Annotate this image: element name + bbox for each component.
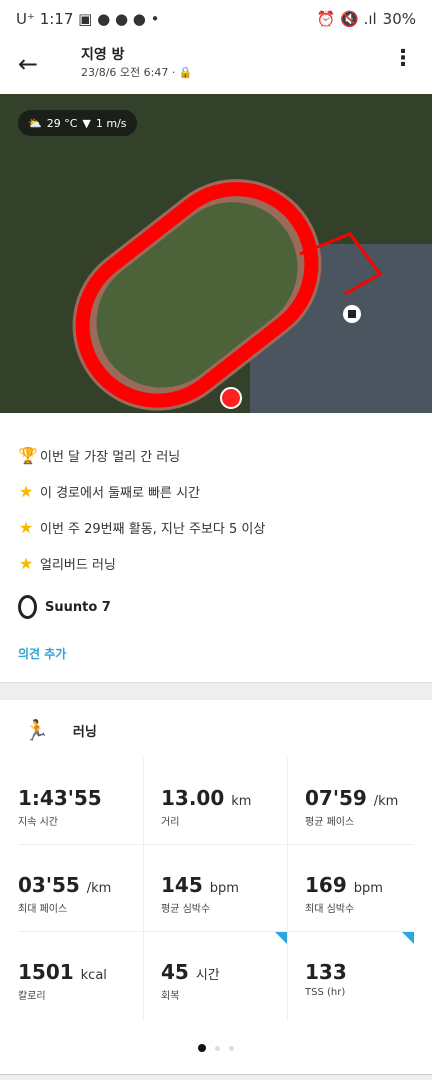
header: ← 지영 방 23/8/6 오전 6:47 · 🔒 ⋮ [0,38,432,94]
carrier: U⁺ [16,10,35,28]
page-dot[interactable] [198,1044,206,1052]
stat-unit: kcal [80,968,107,983]
stat-cell: 45 시간회복 [144,932,288,1019]
lock-icon: 🔒 [178,66,193,79]
stat-label: 최대 심박수 [305,904,355,915]
achievement-item: ★ 얼리버드 러닝 [18,554,116,573]
stat-label: 최대 페이스 [18,904,68,915]
stat-label: 평균 심박수 [161,904,211,915]
stat-cell: 13.00 km 거리 [144,758,288,845]
achievement-item: 🏆 이번 달 가장 멀리 간 러닝 [18,446,181,465]
stats-grid[interactable]: 1:43'55 지속 시간 13.00 km 거리 07'59 /km 평균 페이스 03… [18,758,414,1019]
achievement-item: ★ 이 경로에서 둘째로 빠른 시간 [18,482,201,501]
system-icons: ⏰ 🔇 .ıl [316,10,377,28]
stat-value: 169 bpm [305,873,383,897]
stat-value: 13.00 km [161,786,252,810]
page-dot[interactable] [215,1045,220,1051]
add-comment-link[interactable]: 의견 추가 [18,645,66,662]
weather-badge: ⛅ 29 °C ▼ 1 m/s [18,110,137,136]
info-corner-flag[interactable] [275,932,287,944]
page-dot[interactable] [229,1045,234,1051]
stat-cell: 1501 kcal 칼로리 [18,932,144,1019]
bottom-divider [0,1074,432,1080]
trophy-icon: 🏆 [18,446,38,465]
activity-type: 🏃 러닝 [24,718,97,742]
partly-cloudy-icon: ⛅ [28,116,42,130]
stat-cell: 169 bpm 최대 심박수 [288,845,414,932]
stat-label: 지속 시간 [18,817,58,828]
divider [0,682,432,700]
stat-cell: 03'55 /km 최대 페이스 [18,845,144,932]
clock: 1:17 [39,10,74,28]
map-image [0,94,432,413]
pager-dots[interactable] [0,1044,432,1052]
stat-unit: bpm [209,881,239,896]
star-icon: ★ [18,518,34,537]
stat-unit: bpm [353,881,383,896]
stat-label: 칼로리 [18,991,46,1002]
stat-value: 07'59 /km [305,786,399,810]
more-options-icon[interactable]: ⋮ [392,48,414,70]
stat-unit: /km [373,794,399,809]
stat-cell: 1:43'55 지속 시간 [18,758,144,845]
device-info: Suunto 7 [18,595,111,619]
stat-label: 회복 [161,991,180,1002]
route-map[interactable]: ⛅ 29 °C ▼ 1 m/s [0,94,432,413]
stat-value: 03'55 /km [18,873,112,897]
info-corner-flag[interactable] [402,932,414,944]
stat-value: 1:43'55 [18,786,102,810]
stat-unit: km [231,794,252,809]
start-marker [220,387,242,409]
battery-level: 30% [382,10,416,28]
stat-unit: /km [86,881,112,896]
running-icon: 🏃 [24,718,49,742]
stat-cell: 145 bpm 평균 심박수 [144,845,288,932]
achievement-item: ★ 이번 주 29번째 활동, 지난 주보다 5 이상 [18,518,266,537]
stat-value: 1501 kcal [18,960,107,984]
stat-cell: 133 TSS (hr) [288,932,414,1019]
activity-date: 23/8/6 오전 6:47 · 🔒 [81,66,193,79]
stat-label: 거리 [161,817,180,828]
stat-value: 145 bpm [161,873,239,897]
stat-value: 133 [305,960,347,984]
stat-label: TSS (hr) [305,987,346,998]
back-arrow-icon[interactable]: ← [18,50,38,78]
page-title: 지영 방 [81,47,125,63]
notification-icons: ▣ ● ● ● • [78,10,160,28]
star-icon: ★ [18,482,34,501]
stat-unit: 시간 [195,968,220,983]
stat-value: 45 시간 [161,960,220,984]
star-icon: ★ [18,554,34,573]
stat-label: 평균 페이스 [305,817,355,828]
watch-icon [18,595,37,619]
wind-direction-icon: ▼ [82,116,91,130]
stat-cell: 07'59 /km 평균 페이스 [288,758,414,845]
status-bar: U⁺ 1:17 ▣ ● ● ● • ⏰ 🔇 .ıl 30% [0,0,432,38]
